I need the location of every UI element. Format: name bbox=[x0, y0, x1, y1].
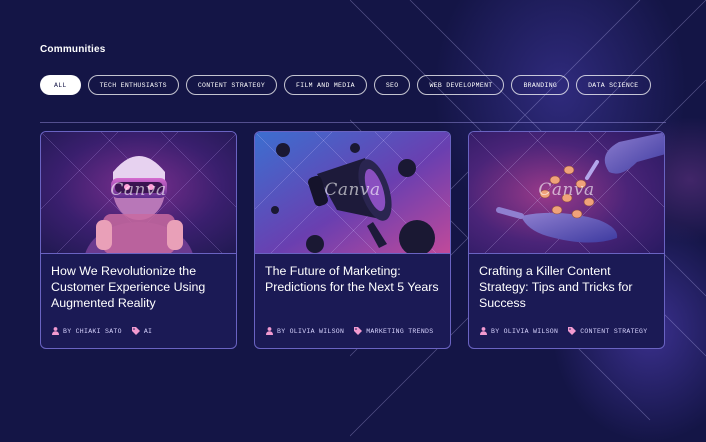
filter-chip-tech-enthusiasts[interactable]: TECH ENTHUSIASTS bbox=[87, 75, 179, 95]
image-watermark: Canva bbox=[324, 180, 381, 200]
page-title: Communities bbox=[40, 44, 106, 55]
tag-icon bbox=[354, 327, 363, 335]
author-name: BY OLIVIA WILSON bbox=[277, 327, 345, 335]
author-meta: BY OLIVIA WILSON bbox=[480, 327, 558, 335]
filter-chip-bar: ALL TECH ENTHUSIASTS CONTENT STRATEGY FI… bbox=[40, 75, 651, 95]
article-title[interactable]: Crafting a Killer Content Strategy: Tips… bbox=[479, 263, 657, 311]
tag-label: MARKETING TRENDS bbox=[366, 327, 434, 335]
article-image: Canva bbox=[41, 132, 236, 254]
article-card-list: Canva How We Revolutionize the Customer … bbox=[40, 131, 665, 349]
user-icon bbox=[52, 327, 59, 335]
article-title[interactable]: How We Revolutionize the Customer Experi… bbox=[51, 263, 229, 311]
filter-chip-web-development[interactable]: WEB DEVELOPMENT bbox=[417, 75, 505, 95]
author-meta: BY CHIAKI SATO bbox=[52, 327, 122, 335]
author-meta: BY OLIVIA WILSON bbox=[266, 327, 344, 335]
article-card[interactable]: Canva How We Revolutionize the Customer … bbox=[40, 131, 237, 349]
filter-chip-film-and-media[interactable]: FILM AND MEDIA bbox=[284, 75, 367, 95]
filter-chip-seo[interactable]: SEO bbox=[373, 75, 411, 95]
article-title[interactable]: The Future of Marketing: Predictions for… bbox=[265, 263, 443, 295]
article-card[interactable]: Canva The Future of Marketing: Predictio… bbox=[254, 131, 451, 349]
filter-chip-data-science[interactable]: DATA SCIENCE bbox=[576, 75, 651, 95]
section-divider bbox=[40, 122, 666, 123]
tag-label: AI bbox=[143, 327, 153, 335]
article-meta: BY OLIVIA WILSON MARKETING TRENDS bbox=[266, 327, 433, 335]
tag-meta[interactable]: AI bbox=[131, 327, 153, 335]
article-meta: BY OLIVIA WILSON CONTENT STRATEGY bbox=[480, 327, 647, 335]
image-watermark: Canva bbox=[110, 180, 167, 200]
tag-meta[interactable]: MARKETING TRENDS bbox=[354, 327, 433, 335]
user-icon bbox=[266, 327, 273, 335]
tag-icon bbox=[131, 327, 140, 335]
filter-chip-all[interactable]: ALL bbox=[40, 75, 81, 95]
filter-chip-content-strategy[interactable]: CONTENT STRATEGY bbox=[185, 75, 278, 95]
tag-meta[interactable]: CONTENT STRATEGY bbox=[568, 327, 647, 335]
tag-label: CONTENT STRATEGY bbox=[580, 327, 648, 335]
article-card[interactable]: Canva Crafting a Killer Content Strategy… bbox=[468, 131, 665, 349]
author-name: BY CHIAKI SATO bbox=[63, 327, 122, 335]
author-name: BY OLIVIA WILSON bbox=[491, 327, 559, 335]
article-image: Canva bbox=[255, 132, 450, 254]
article-image: Canva bbox=[469, 132, 664, 254]
filter-chip-branding[interactable]: BRANDING bbox=[511, 75, 570, 95]
user-icon bbox=[480, 327, 487, 335]
article-meta: BY CHIAKI SATO AI bbox=[52, 327, 152, 335]
image-watermark: Canva bbox=[538, 180, 595, 200]
tag-icon bbox=[568, 327, 577, 335]
